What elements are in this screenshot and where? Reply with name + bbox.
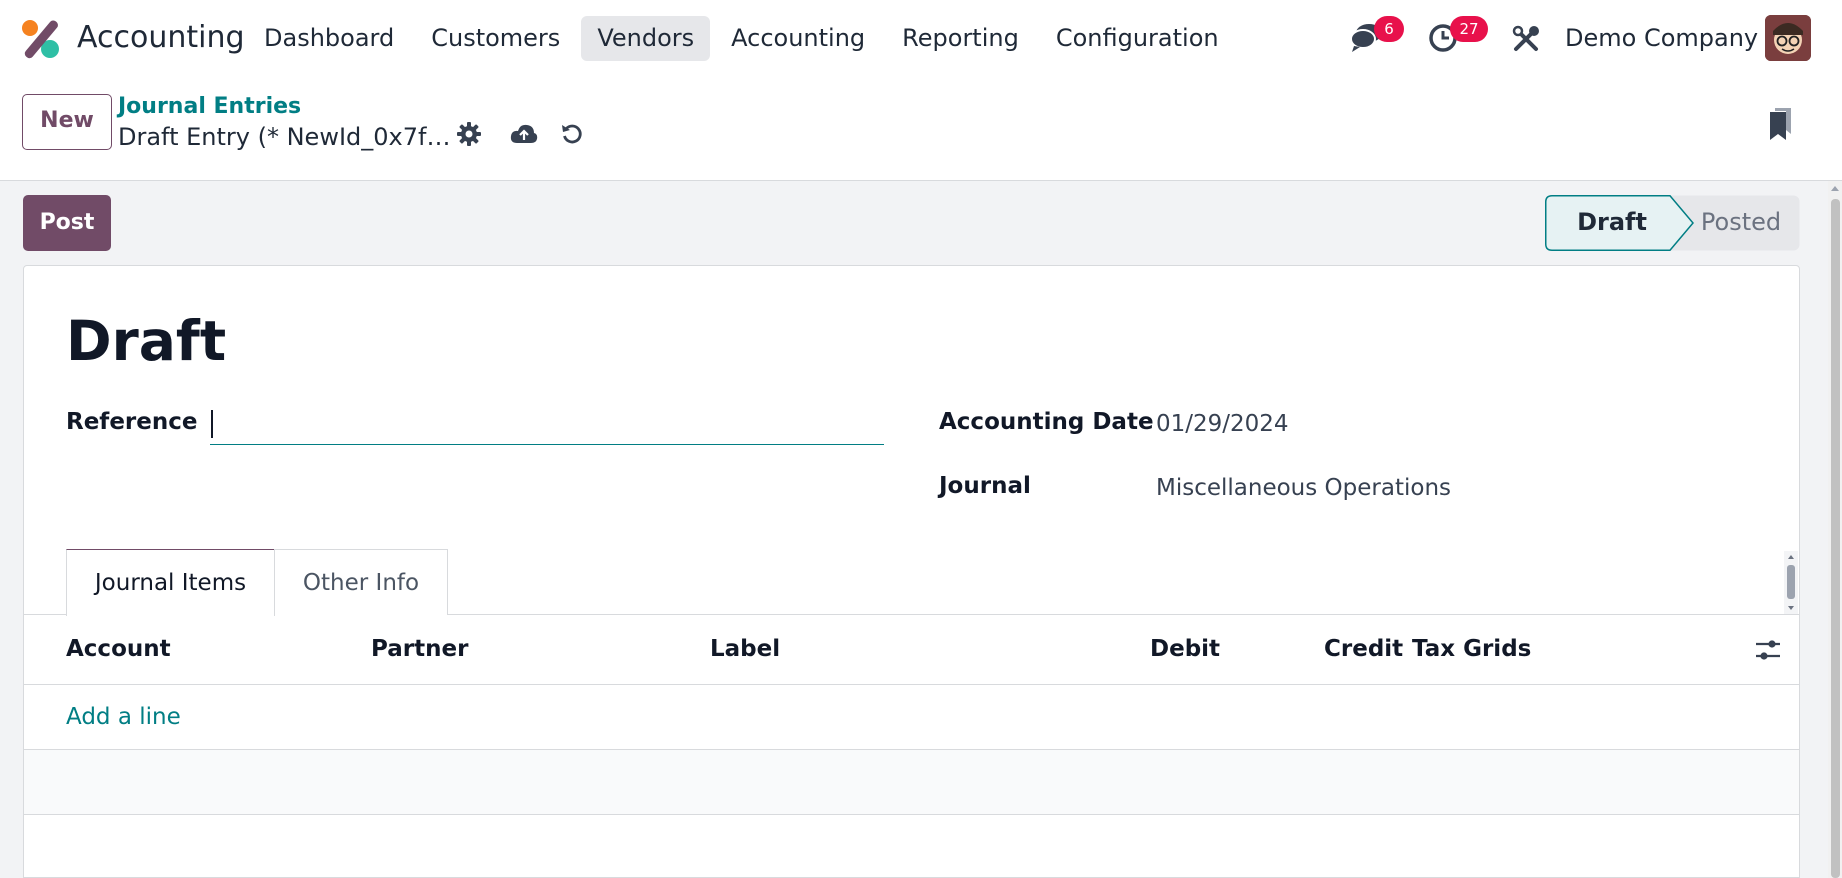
column-partner[interactable]: Partner bbox=[371, 634, 468, 664]
tabs-scrollbar[interactable] bbox=[1784, 551, 1798, 614]
company-name[interactable]: Demo Company bbox=[1565, 20, 1758, 56]
messages-badge: 6 bbox=[1374, 16, 1404, 42]
bookmark-icon[interactable] bbox=[1769, 108, 1793, 140]
gear-icon[interactable] bbox=[457, 122, 481, 146]
text-caret bbox=[211, 410, 213, 438]
cloud-upload-icon[interactable] bbox=[510, 122, 538, 146]
new-button[interactable]: New bbox=[22, 94, 112, 150]
tab-journal-items[interactable]: Journal Items bbox=[66, 549, 275, 616]
page-scrollbar-thumb[interactable] bbox=[1831, 199, 1840, 878]
discard-icon[interactable] bbox=[560, 122, 584, 146]
status-draft[interactable]: Draft bbox=[1547, 196, 1687, 251]
menu-item-dashboard[interactable]: Dashboard bbox=[248, 16, 410, 61]
row-divider bbox=[24, 814, 1799, 815]
column-settings-icon[interactable] bbox=[1755, 638, 1781, 662]
app-logo-icon[interactable] bbox=[20, 18, 62, 60]
table-row bbox=[24, 750, 1799, 814]
accounting-date-field[interactable]: 01/29/2024 bbox=[1156, 409, 1289, 439]
menu-item-vendors[interactable]: Vendors bbox=[581, 16, 711, 61]
journal-label: Journal bbox=[939, 473, 1031, 499]
menu-item-accounting[interactable]: Accounting bbox=[715, 16, 881, 61]
scroll-up-icon[interactable] bbox=[1830, 184, 1840, 194]
page-title: Draft bbox=[66, 309, 227, 373]
reference-label: Reference bbox=[66, 409, 198, 435]
post-button[interactable]: Post bbox=[23, 195, 111, 251]
add-line-link[interactable]: Add a line bbox=[66, 702, 181, 732]
menu-item-configuration[interactable]: Configuration bbox=[1040, 16, 1235, 61]
column-tax-grids[interactable]: Tax Grids bbox=[1412, 634, 1531, 664]
column-account[interactable]: Account bbox=[66, 634, 171, 664]
record-name: Draft Entry (* NewId_0x7f… bbox=[118, 123, 451, 151]
status-posted[interactable]: Posted bbox=[1672, 196, 1800, 251]
breadcrumb-journal-entries[interactable]: Journal Entries bbox=[118, 92, 301, 122]
column-credit[interactable]: Credit bbox=[1324, 634, 1403, 664]
header-divider bbox=[24, 684, 1799, 685]
column-label[interactable]: Label bbox=[710, 634, 780, 664]
menu-item-reporting[interactable]: Reporting bbox=[886, 16, 1035, 61]
main-menu: Dashboard Customers Vendors Accounting R… bbox=[248, 16, 1240, 61]
reference-input[interactable] bbox=[210, 405, 884, 445]
activities-badge: 27 bbox=[1450, 16, 1488, 42]
top-navbar: Accounting Dashboard Customers Vendors A… bbox=[0, 0, 1842, 76]
avatar[interactable] bbox=[1765, 15, 1811, 61]
tab-other-info[interactable]: Other Info bbox=[274, 549, 448, 615]
tools-icon[interactable] bbox=[1512, 25, 1540, 53]
menu-item-customers[interactable]: Customers bbox=[415, 16, 576, 61]
app-name[interactable]: Accounting bbox=[77, 18, 245, 58]
accounting-date-label: Accounting Date bbox=[939, 409, 1154, 435]
column-debit[interactable]: Debit bbox=[1150, 634, 1220, 664]
journal-field[interactable]: Miscellaneous Operations bbox=[1156, 473, 1451, 503]
